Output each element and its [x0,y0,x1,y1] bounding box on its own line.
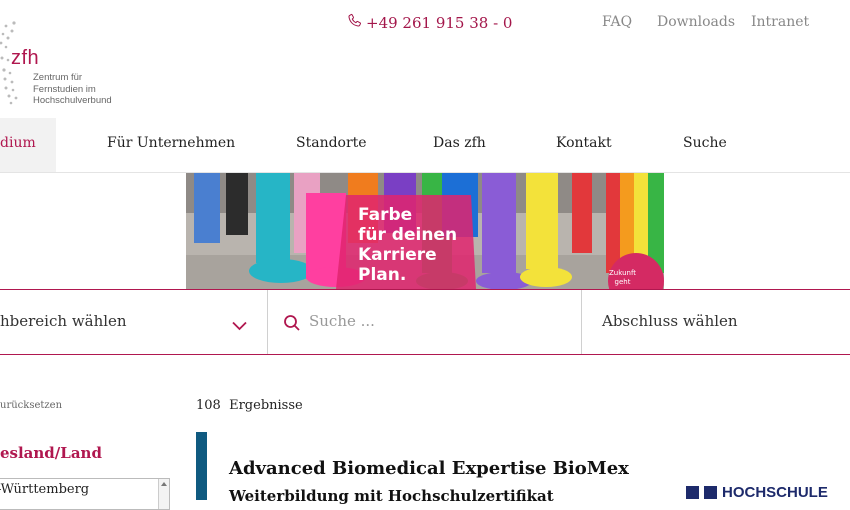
scroll-up-icon[interactable] [161,482,167,486]
search-input[interactable]: Suche ... [309,312,375,330]
filter-divider [267,290,268,354]
university-logo: HOCHSCHULE [686,484,828,501]
list-item[interactable]: -Württemberg [0,482,89,497]
nav-item-suche[interactable]: Suche [683,135,727,151]
filter-bar-top-border [0,289,850,290]
nav-item-standorte[interactable]: Standorte [296,135,367,151]
result-card-subtitle: Weiterbildung mit Hochschulzertifikat [229,487,554,505]
logo-subtitle: Zentrum für Fernstudien im Hochschulverb… [33,72,112,106]
results-count: 108 Ergebnisse [196,398,303,413]
reset-filters-link[interactable]: urücksetzen [0,400,62,411]
intranet-link[interactable]: Intranet [751,14,809,30]
phone-number: +49 261 915 38 - 0 [366,13,513,32]
phone-icon [347,13,362,32]
state-listbox[interactable]: -Württemberg [0,478,170,510]
chevron-down-icon[interactable] [232,316,247,335]
nav-item-das-zfh[interactable]: Das zfh [433,135,486,151]
degree-select[interactable]: Abschluss wählen [602,312,738,330]
university-logo-mark [704,486,717,499]
nav-item-kontakt[interactable]: Kontakt [556,135,612,151]
result-card-accent [196,432,207,500]
filter-divider [581,290,582,354]
nav-item-fuer-unternehmen[interactable]: Für Unternehmen [107,135,235,151]
field-select[interactable]: hbereich wählen [0,312,127,330]
logo-wordmark[interactable]: zfh [11,47,39,70]
result-card-title[interactable]: Advanced Biomedical Expertise BioMex [229,458,629,479]
filter-bar-bottom-border [0,354,850,355]
downloads-link[interactable]: Downloads [657,14,735,30]
banner-slogan: Farbe für deinen Karriere Plan. [358,205,458,285]
listbox-scrollbar[interactable] [158,479,169,509]
state-filter-title: esland/Land [0,444,102,462]
university-logo-mark [686,486,699,499]
hero-banner[interactable]: Farbe für deinen Karriere Plan. Zukunft … [186,173,664,289]
phone-link[interactable]: +49 261 915 38 - 0 [347,13,512,32]
faq-link[interactable]: FAQ [602,14,632,30]
nav-item-studium[interactable]: dium [0,135,36,151]
banner-badge: Zukunft geht [609,269,637,286]
search-icon[interactable] [283,314,301,336]
